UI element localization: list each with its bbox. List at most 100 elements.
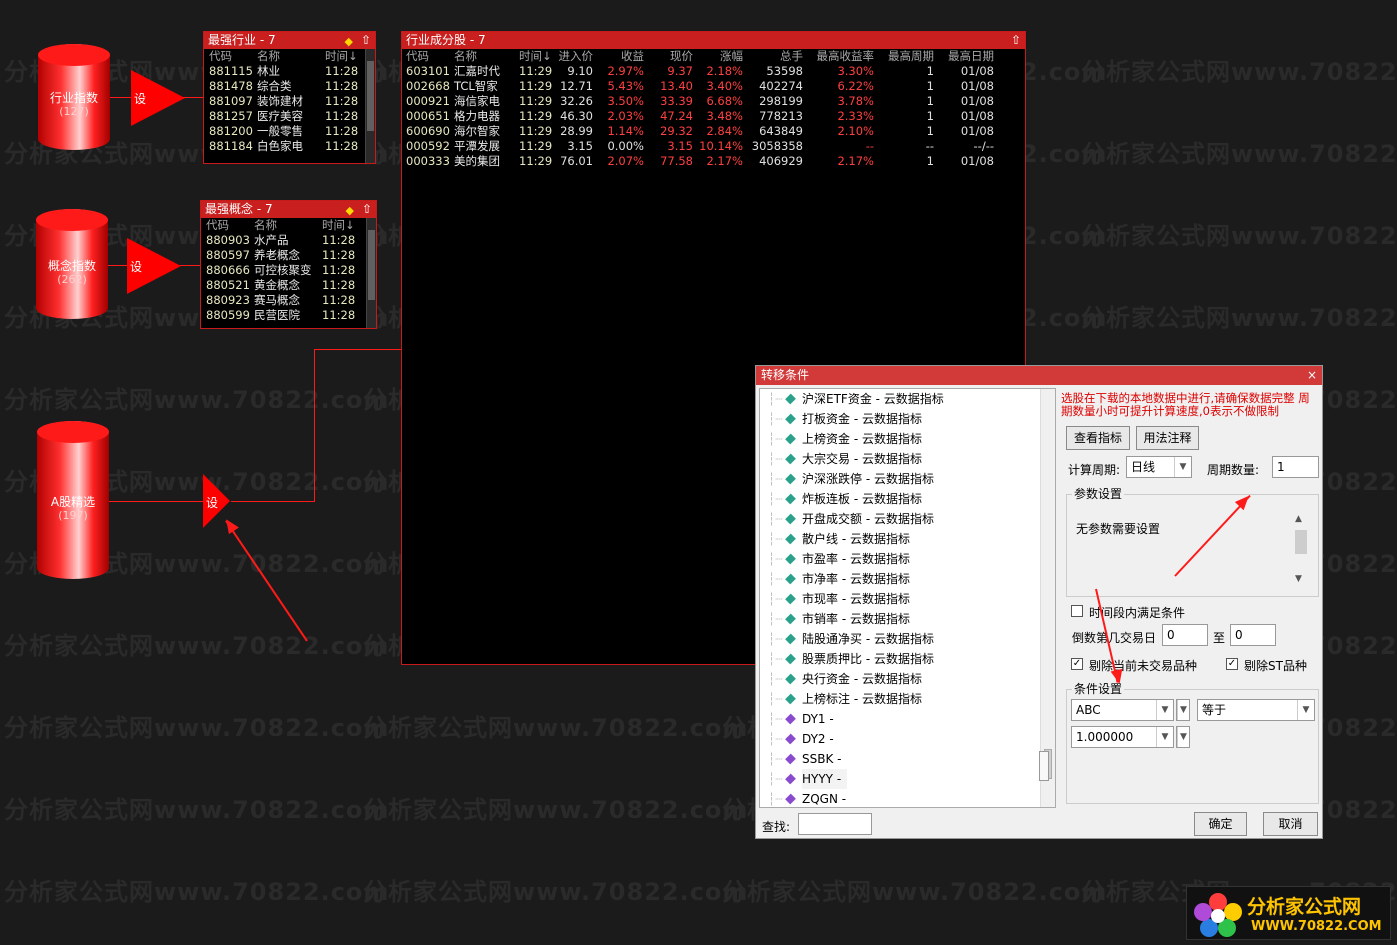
usage-notes-button[interactable]: 用法注释 (1136, 426, 1199, 450)
table-cell: 1 (926, 79, 934, 93)
tree-item-label: 打板资金 - 云数据指标 (802, 412, 922, 426)
concept-panel-title[interactable]: 最强概念 - 7 ◆ ⇧ (201, 201, 376, 218)
dialog-title-bar[interactable]: 转移条件 × (756, 366, 1322, 385)
condition-field-select[interactable]: ABC ▼ (1071, 699, 1174, 721)
chevron-up-icon[interactable]: ▲ (1295, 514, 1302, 524)
splitter-handle[interactable] (1039, 751, 1049, 781)
cancel-button[interactable]: 取消 (1263, 812, 1318, 836)
tree-scrollbar[interactable] (1040, 389, 1055, 807)
chevron-down-icon[interactable]: ▼ (1156, 700, 1173, 720)
time-range-checkbox[interactable] (1071, 605, 1083, 617)
table-row[interactable]: 000651 格力电器 11:29 46.30 2.03% 47.24 3.48% 77821… (402, 109, 1025, 124)
table-cell: 1.14% (607, 124, 644, 138)
chevron-down-icon[interactable]: ▼ (1297, 700, 1314, 720)
chevron-down-icon[interactable]: ▼ (1295, 574, 1302, 584)
column-header[interactable]: 名称 (257, 49, 280, 64)
column-header[interactable]: 时间↓ (519, 49, 552, 64)
column-header[interactable]: 名称 (254, 218, 277, 233)
table-row[interactable]: 000592 平潭发展 11:29 3.15 0.00% 3.15 10.14% 305835… (402, 139, 1025, 154)
tree-item-label: SSBK - (802, 752, 842, 766)
to-day-input[interactable]: 0 (1230, 624, 1276, 646)
table-row[interactable]: 881257 医疗美容 11:28 (204, 109, 375, 124)
diamond-icon[interactable]: ◆ (345, 33, 353, 50)
site-logo: 分析家公式网 WWW.70822.COM (1186, 886, 1391, 940)
chevron-down-icon[interactable]: ▼ (1156, 727, 1173, 747)
table-row[interactable]: 880903 水产品 11:28 (201, 233, 376, 248)
column-header[interactable]: 代码 (206, 218, 229, 233)
table-row[interactable]: 000333 美的集团 11:29 76.01 2.07% 77.58 2.17% 40692… (402, 154, 1025, 169)
table-row[interactable]: 881115 林业 11:28 (204, 64, 375, 79)
condition-op-select[interactable]: 等于 ▼ (1197, 699, 1315, 721)
table-row[interactable]: 881478 综合类 11:28 (204, 79, 375, 94)
concept-panel[interactable]: 最强概念 - 7 ◆ ⇧ 代码 名称 时间↓ 880903 水产品 11:28 880597… (200, 200, 377, 329)
table-row[interactable]: 603101 汇嘉时代 11:29 9.10 2.97% 9.37 2.18% 53598 3.… (402, 64, 1025, 79)
transfer-condition-dialog[interactable]: 转移条件 × ┆┈ 沪深ETF资金 - 云数据指标 ┆┈ 打板资金 - 云数据指标 ┆┈… (755, 365, 1323, 839)
table-header-row: 代码 名称 时间↓ (201, 218, 376, 233)
column-header[interactable]: 收益 (621, 49, 644, 64)
cloud-gem-icon (785, 533, 796, 545)
chevron-down-icon[interactable]: ▼ (1174, 457, 1191, 477)
condition-value-arrow[interactable]: ▼ (1176, 726, 1190, 748)
industry-panel[interactable]: 最强行业 - 7 ◆ ⇧ 代码 名称 时间↓ 881115 林业 11:28 881478 综… (203, 31, 376, 164)
table-row[interactable]: 881184 白色家电 11:28 (204, 139, 375, 154)
industry-index-cylinder[interactable]: 行业指数 (127) (38, 44, 110, 150)
table-row[interactable]: 880599 民营医院 11:28 (201, 308, 376, 323)
exclude-suspended-checkbox[interactable]: ✓ (1071, 658, 1083, 670)
upload-icon[interactable]: ⇧ (362, 201, 372, 218)
column-header[interactable]: 时间↓ (322, 218, 355, 233)
column-header[interactable]: 现价 (670, 49, 693, 64)
concept-index-cylinder[interactable]: 概念指数 (262) (36, 209, 108, 319)
table-row[interactable]: 880597 养老概念 11:28 (201, 248, 376, 263)
table-cell: 9.37 (667, 64, 693, 78)
column-header[interactable]: 最高日期 (948, 49, 994, 64)
table-row[interactable]: 880521 黄金概念 11:28 (201, 278, 376, 293)
column-header[interactable]: 名称 (454, 49, 477, 64)
condition-value-select[interactable]: 1.000000 ▼ (1071, 726, 1174, 748)
column-header[interactable]: 总手 (780, 49, 803, 64)
table-row[interactable]: 880666 可控核聚变 11:28 (201, 263, 376, 278)
scroll-thumb[interactable] (1295, 530, 1307, 554)
chevron-down-icon[interactable]: ▼ (1177, 727, 1189, 747)
concept-scrollbar[interactable] (366, 218, 376, 328)
table-cell: 402274 (759, 79, 803, 93)
table-cell: 01/08 (960, 154, 994, 168)
column-header[interactable]: 最高收益率 (817, 49, 875, 64)
table-row[interactable]: 881200 一般零售 11:28 (204, 124, 375, 139)
upload-icon[interactable]: ⇧ (361, 32, 371, 49)
condition-field-arrow[interactable]: ▼ (1176, 699, 1190, 721)
count-input[interactable]: 1 (1272, 456, 1319, 478)
diamond-icon[interactable]: ◆ (346, 202, 354, 219)
view-indicator-button[interactable]: 查看指标 (1066, 426, 1130, 450)
params-scrollbar[interactable]: ▲ ▼ (1293, 514, 1309, 590)
column-header[interactable]: 最高周期 (888, 49, 934, 64)
scroll-thumb[interactable] (367, 61, 374, 131)
table-cell: 1 (926, 64, 934, 78)
exclude-st-checkbox[interactable]: ✓ (1226, 658, 1238, 670)
close-icon[interactable]: × (1307, 366, 1317, 385)
table-row[interactable]: 000921 海信家电 11:29 32.26 3.50% 33.39 6.68% 29819… (402, 94, 1025, 109)
from-day-input[interactable]: 0 (1162, 624, 1208, 646)
table-cell: 880923 (206, 293, 250, 307)
ok-button[interactable]: 确定 (1194, 812, 1247, 836)
industry-scrollbar[interactable] (365, 49, 375, 163)
period-select[interactable]: 日线 ▼ (1126, 456, 1192, 478)
table-row[interactable]: 600690 海尔智家 11:29 28.99 1.14% 29.32 2.84% 64384… (402, 124, 1025, 139)
a-share-cylinder[interactable]: A股精选 (197) (37, 421, 109, 579)
table-cell: 2.10% (837, 124, 874, 138)
column-header[interactable]: 时间↓ (325, 49, 358, 64)
industry-panel-title[interactable]: 最强行业 - 7 ◆ ⇧ (204, 32, 375, 49)
table-row[interactable]: 002668 TCL智家 11:29 12.71 5.43% 13.40 3.40% 4022… (402, 79, 1025, 94)
table-cell: 01/08 (960, 64, 994, 78)
column-header[interactable]: 代码 (209, 49, 232, 64)
upload-icon[interactable]: ⇧ (1011, 32, 1021, 49)
table-row[interactable]: 881097 装饰建材 11:28 (204, 94, 375, 109)
column-header[interactable]: 涨幅 (720, 49, 743, 64)
scroll-thumb[interactable] (368, 230, 375, 300)
column-header[interactable]: 进入价 (559, 49, 594, 64)
stocks-panel-title[interactable]: 行业成分股 - 7 ⇧ (402, 32, 1025, 49)
column-header[interactable]: 代码 (406, 49, 429, 64)
chevron-down-icon[interactable]: ▼ (1177, 700, 1189, 720)
table-row[interactable]: 880923 赛马概念 11:28 (201, 293, 376, 308)
indicator-tree[interactable]: ┆┈ 沪深ETF资金 - 云数据指标 ┆┈ 打板资金 - 云数据指标 ┆┈ 上榜资金 - … (759, 388, 1056, 808)
find-input[interactable] (798, 813, 872, 835)
